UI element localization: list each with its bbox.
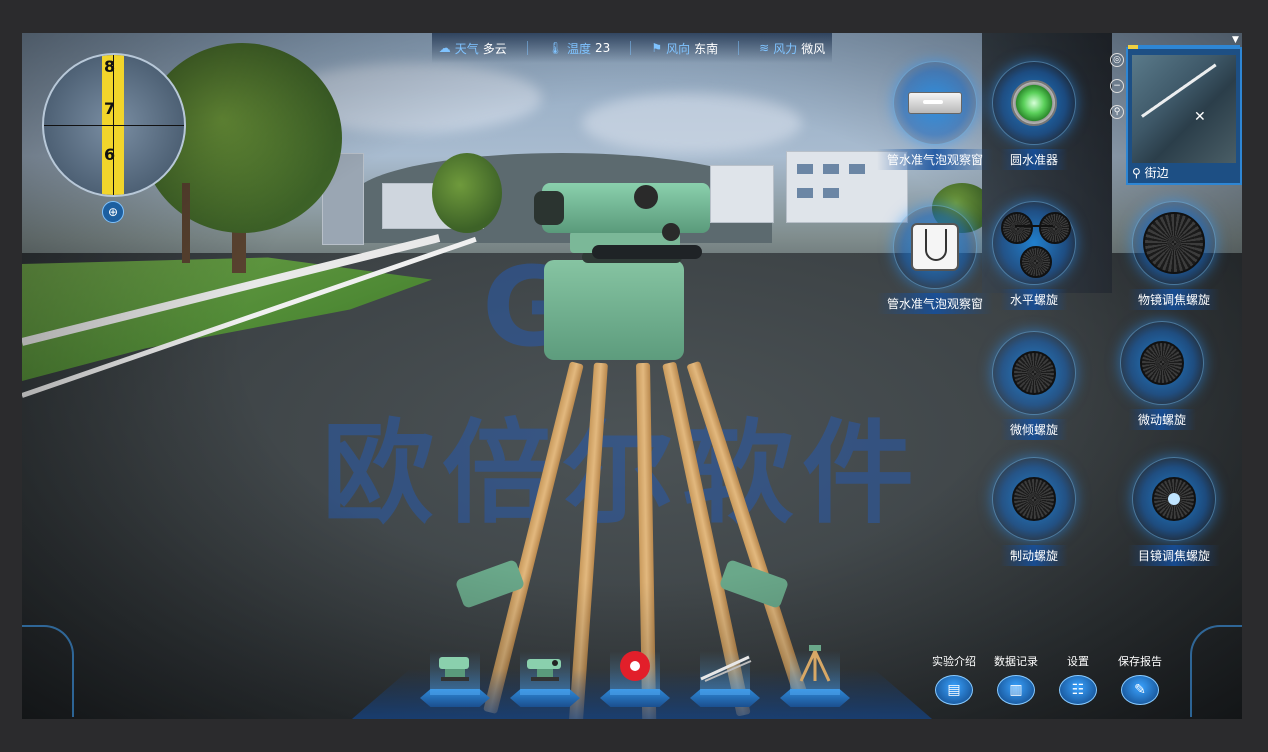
control-label: 制动螺旋 bbox=[999, 545, 1068, 566]
tilting-screw-control[interactable]: 微倾螺旋 bbox=[992, 331, 1076, 440]
thermometer-icon: 🌡 bbox=[547, 41, 564, 55]
minimap[interactable]: ✕ ⚲ 街边 bbox=[1126, 45, 1242, 185]
save-report-label: 保存报告 bbox=[1118, 655, 1162, 668]
objective-focus-screw-control[interactable]: 物镜调焦螺旋 bbox=[1128, 201, 1221, 310]
tripod-icon bbox=[797, 643, 833, 689]
building bbox=[710, 165, 774, 223]
leveling-screw-control[interactable]: 水平螺旋 bbox=[992, 201, 1076, 310]
pin-icon: ⚲ bbox=[1132, 166, 1141, 180]
weather-label: 天气 bbox=[454, 41, 479, 56]
flag-icon: ⚑ bbox=[651, 41, 663, 55]
wind-direction-label: 风向 bbox=[666, 41, 691, 56]
cloud bbox=[582, 93, 802, 153]
telescope-view[interactable]: 8 7 6 bbox=[42, 53, 186, 197]
tree bbox=[432, 153, 502, 233]
location-label: ⚲ 街边 bbox=[1132, 166, 1169, 180]
frame-corner bbox=[1190, 625, 1242, 717]
focus-knob bbox=[634, 185, 658, 209]
intro-button[interactable]: 实验介绍 ▤ bbox=[924, 653, 984, 705]
foot-screws bbox=[592, 245, 702, 259]
map-image: ✕ bbox=[1132, 55, 1236, 163]
tape-measure-icon bbox=[615, 649, 655, 689]
zoom-out-icon[interactable]: − bbox=[1110, 79, 1124, 93]
control-label: 微动螺旋 bbox=[1127, 409, 1196, 430]
tangent-knob bbox=[662, 223, 680, 241]
crosshair-horizontal bbox=[44, 125, 184, 126]
wind-force-value: 微风 bbox=[801, 41, 826, 56]
intro-label: 实验介绍 bbox=[932, 655, 976, 668]
wind-force-item: ≋ 风力 微风 bbox=[759, 40, 825, 57]
control-label: 管水准气泡观察窗 bbox=[877, 293, 994, 314]
divider bbox=[526, 41, 528, 55]
data-record-button[interactable]: 数据记录 ▥ bbox=[986, 653, 1046, 705]
settings-label: 设置 bbox=[1067, 655, 1089, 668]
tripod-head[interactable] bbox=[544, 260, 684, 360]
knob-icon bbox=[1140, 341, 1184, 385]
divider bbox=[738, 41, 740, 55]
control-label: 水平螺旋 bbox=[999, 289, 1068, 310]
search-icon[interactable]: ⚲ bbox=[1110, 105, 1124, 119]
sliders-icon: ☷ bbox=[1059, 675, 1097, 705]
collapse-chevron-icon[interactable]: ▼ bbox=[1232, 35, 1239, 45]
control-label: 物镜调焦螺旋 bbox=[1128, 289, 1221, 310]
wind-icon: ≋ bbox=[759, 41, 770, 55]
zoom-in-icon[interactable]: ⊕ bbox=[102, 201, 124, 223]
scene-viewport[interactable]: GR 欧倍尔软件 ☁ 天气 多云 🌡 温度 23 ⚑ 风向 东南 bbox=[22, 33, 1242, 719]
wind-force-label: 风力 bbox=[773, 41, 798, 56]
tube-bubble-icon bbox=[908, 92, 962, 114]
weather-bar: ☁ 天气 多云 🌡 温度 23 ⚑ 风向 东南 ≋ 风力 微风 bbox=[432, 33, 832, 63]
eyepiece-knob-icon bbox=[1152, 477, 1196, 521]
circular-bubble-control[interactable]: 圆水准器 bbox=[992, 61, 1076, 170]
save-report-button[interactable]: 保存报告 ✎ bbox=[1110, 653, 1170, 705]
level-instrument-icon bbox=[525, 653, 565, 689]
circular-bubble-icon bbox=[1011, 80, 1057, 126]
document-icon: ▤ bbox=[935, 675, 973, 705]
locate-icon[interactable]: ◎ bbox=[1110, 53, 1124, 67]
tool-tripod[interactable] bbox=[780, 643, 850, 707]
divider bbox=[630, 41, 632, 55]
chart-file-icon: ▥ bbox=[997, 675, 1035, 705]
tool-leveling-rod[interactable] bbox=[690, 643, 760, 707]
data-record-label: 数据记录 bbox=[994, 655, 1038, 668]
knob-icon bbox=[1143, 212, 1205, 274]
temperature-item: 🌡 温度 23 bbox=[548, 40, 611, 57]
objective-lens bbox=[534, 191, 564, 225]
weather-value: 多云 bbox=[482, 41, 507, 56]
control-label: 管水准气泡观察窗 bbox=[877, 149, 994, 170]
tool-level-instrument[interactable] bbox=[420, 643, 490, 707]
eyepiece-focus-screw-control[interactable]: 目镜调焦螺旋 bbox=[1128, 457, 1221, 566]
leveling-rod-icon bbox=[697, 653, 753, 689]
temperature-label: 温度 bbox=[567, 41, 592, 56]
tool-level-instrument-alt[interactable] bbox=[510, 643, 580, 707]
level-instrument[interactable] bbox=[542, 183, 710, 233]
map-tools: ◎ − ⚲ bbox=[1110, 53, 1124, 119]
level-instrument-icon bbox=[435, 653, 475, 689]
wind-direction-item: ⚑ 风向 东南 bbox=[651, 40, 718, 57]
knob-icon bbox=[1012, 351, 1056, 395]
tree-trunk bbox=[182, 183, 190, 263]
cloud-icon: ☁ bbox=[438, 41, 451, 55]
weather-item: ☁ 天气 多云 bbox=[439, 40, 507, 57]
clamp-screw-control[interactable]: 制动螺旋 bbox=[992, 457, 1076, 566]
settings-button[interactable]: 设置 ☷ bbox=[1048, 653, 1108, 705]
position-marker-icon: ✕ bbox=[1194, 109, 1206, 125]
knob-icon bbox=[1012, 477, 1056, 521]
frame-corner bbox=[22, 625, 74, 717]
u-tube-icon bbox=[911, 223, 959, 271]
control-label: 圆水准器 bbox=[999, 149, 1068, 170]
crosshair-vertical bbox=[113, 55, 114, 195]
temperature-value: 23 bbox=[595, 41, 611, 55]
wind-direction-value: 东南 bbox=[694, 41, 719, 56]
control-label: 微倾螺旋 bbox=[999, 419, 1068, 440]
control-label: 目镜调焦螺旋 bbox=[1128, 545, 1221, 566]
tube-bubble-window-control[interactable]: 管水准气泡观察窗 bbox=[877, 61, 994, 170]
tangent-screw-control[interactable]: 微动螺旋 bbox=[1120, 321, 1204, 430]
three-screws-icon bbox=[999, 208, 1071, 278]
tool-tape-measure[interactable] bbox=[600, 643, 670, 707]
report-icon: ✎ bbox=[1121, 675, 1159, 705]
tube-bubble-window-control-2[interactable]: 管水准气泡观察窗 bbox=[877, 205, 994, 314]
